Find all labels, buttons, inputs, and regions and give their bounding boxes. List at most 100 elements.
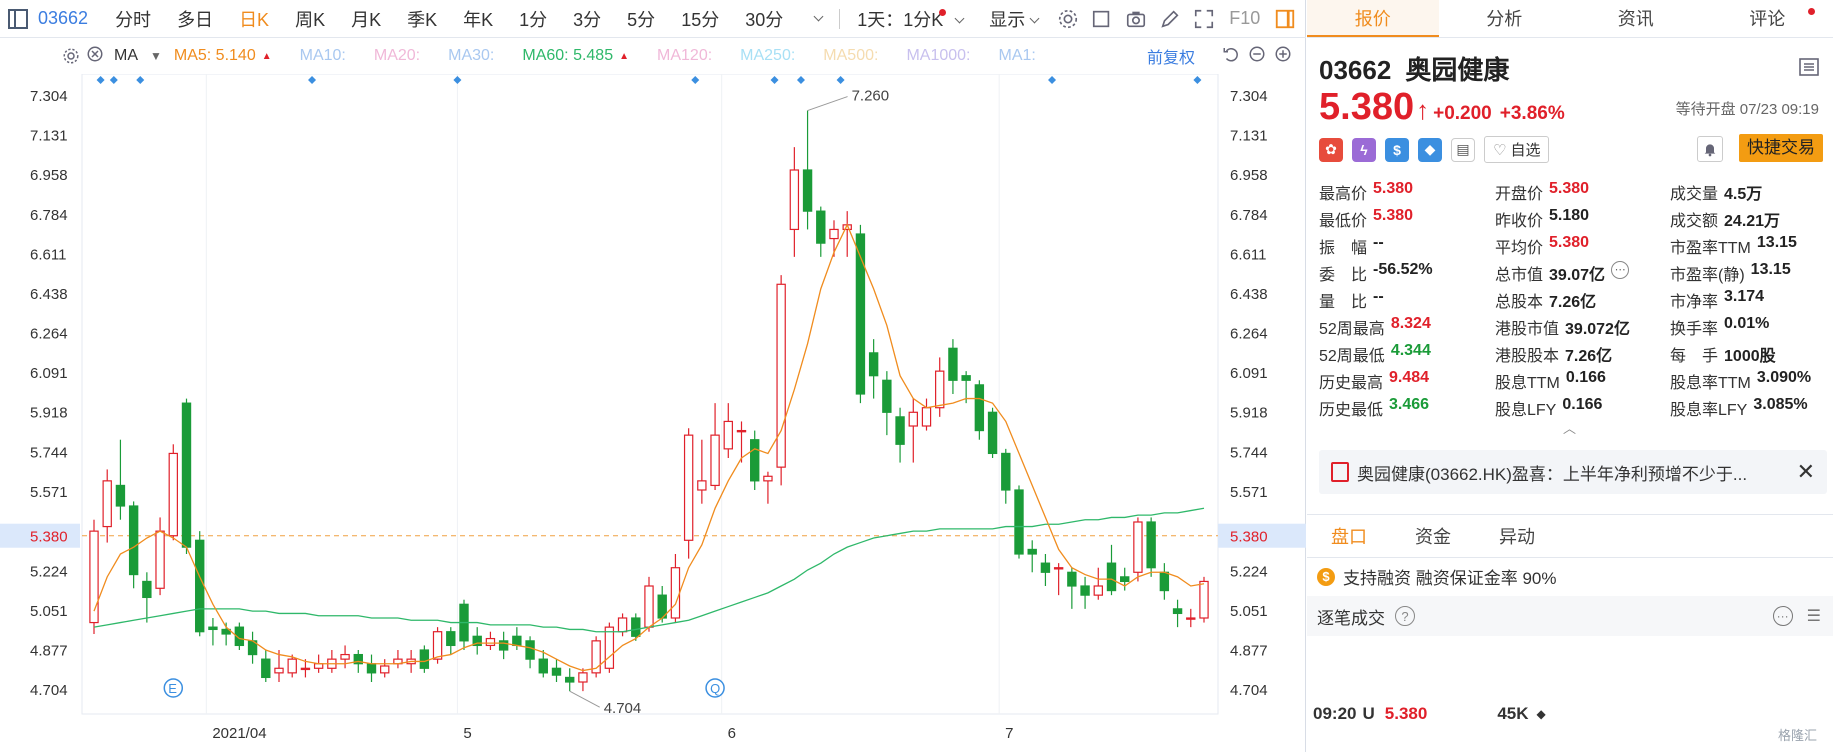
candle-body[interactable] (1027, 548, 1037, 555)
candle-body[interactable] (763, 475, 773, 482)
candle-body[interactable] (1172, 608, 1183, 615)
quote-tab[interactable]: 报价 (1307, 0, 1439, 37)
candle-body[interactable] (1080, 585, 1090, 596)
period-tab[interactable]: 5分 (614, 6, 668, 32)
tag-icon[interactable]: ◆ (1418, 137, 1442, 162)
candle-body[interactable] (604, 626, 615, 669)
ma-dropdown-icon[interactable]: ▼ (150, 49, 162, 63)
candle-body[interactable] (974, 384, 985, 432)
ma-legend-item[interactable]: MA30: (448, 47, 494, 65)
candle-body[interactable] (1133, 521, 1143, 573)
zoom-out-icon[interactable] (1248, 45, 1266, 68)
list-panel-icon[interactable] (1799, 58, 1819, 76)
candle-body[interactable] (1093, 585, 1103, 596)
ma-legend-item[interactable]: MA120: (657, 47, 712, 65)
event-marker-icon[interactable] (796, 76, 805, 84)
help-icon[interactable]: ? (1395, 606, 1415, 626)
candle-body[interactable] (300, 667, 311, 671)
ma-legend-item[interactable]: MA1: (998, 47, 1035, 65)
candle-body[interactable] (340, 653, 350, 660)
candle-body[interactable] (697, 480, 707, 491)
candle-body[interactable] (750, 439, 760, 482)
ma-legend-item[interactable]: MA10: (300, 47, 346, 65)
candle-body[interactable] (710, 434, 720, 487)
period-tab[interactable]: 分时 (102, 6, 164, 32)
period-tab[interactable]: 30分 (732, 6, 796, 32)
period-tab[interactable]: 季K (394, 6, 450, 32)
ma-close-icon[interactable] (86, 45, 104, 68)
candle-body[interactable] (366, 663, 377, 674)
zoom-in-icon[interactable] (1274, 45, 1292, 68)
candle-body[interactable] (948, 347, 958, 381)
candle-body[interactable] (723, 420, 733, 450)
candle-body[interactable] (1001, 452, 1011, 491)
news-text[interactable]: 奥园健康(03662.HK)盈喜：上半年净利预增不少于... (1357, 460, 1747, 485)
quote-tab[interactable]: 资讯 (1570, 0, 1702, 37)
camera-icon[interactable] (1119, 0, 1153, 38)
candle-body[interactable] (115, 484, 126, 507)
candle-body[interactable] (102, 480, 112, 528)
candle-body[interactable] (498, 640, 509, 651)
candle-body[interactable] (380, 665, 390, 674)
event-marker-icon[interactable] (770, 76, 779, 84)
ma-legend-item[interactable]: MA1000: (906, 47, 970, 65)
collapse-chevron-icon[interactable]: ︿ (1563, 418, 1576, 437)
bookmark-icon[interactable]: ▤ (1451, 137, 1475, 162)
candle-body[interactable] (195, 539, 205, 633)
candle-body[interactable] (987, 411, 998, 455)
layout-box-icon[interactable] (1085, 0, 1119, 38)
candle-body[interactable] (882, 379, 892, 413)
event-marker-icon[interactable] (96, 76, 105, 84)
multi-period-dropdown[interactable]: 1天：1分K (844, 6, 976, 32)
panel-toggle-icon[interactable] (1268, 0, 1302, 38)
candle-body[interactable] (895, 416, 905, 445)
candle-body[interactable] (789, 169, 800, 231)
more-dots-icon[interactable]: ⋯ (1611, 260, 1630, 279)
detail-tab[interactable]: 异动 (1475, 523, 1559, 549)
candle-body[interactable] (736, 429, 747, 433)
candle-body[interactable] (1067, 571, 1077, 587)
candle-body[interactable] (446, 631, 456, 647)
event-marker-icon[interactable] (308, 76, 317, 84)
candle-body[interactable] (1120, 576, 1130, 583)
candle-body[interactable] (419, 649, 430, 669)
candle-body[interactable] (921, 407, 932, 427)
candle-body[interactable] (631, 617, 641, 637)
candle-body[interactable] (1040, 562, 1051, 573)
ma-legend-item[interactable]: MA500: (823, 47, 878, 65)
alert-bell-icon[interactable] (1697, 136, 1723, 162)
kline-chart[interactable]: 2021/04 5 6 7 7.304 7.304 7.131 7.131 6.958 6.958… (0, 74, 1306, 752)
ma-legend-item[interactable]: MA250: (740, 47, 795, 65)
event-marker-icon[interactable] (109, 76, 118, 84)
candle-body[interactable] (208, 626, 218, 631)
undo-icon[interactable] (1222, 45, 1240, 68)
display-dropdown[interactable]: 显示 (976, 6, 1051, 32)
period-tab[interactable]: 日K (226, 6, 282, 32)
f10-button[interactable]: F10 (1221, 8, 1268, 29)
event-marker-icon[interactable] (136, 76, 145, 84)
event-marker-icon[interactable] (836, 76, 845, 84)
candle-body[interactable] (538, 658, 548, 674)
candle-body[interactable] (313, 663, 324, 669)
period-tab[interactable]: 1分 (506, 6, 560, 32)
sidebar-toggle-icon[interactable] (8, 8, 28, 29)
candle-body[interactable] (1146, 521, 1156, 569)
ma-title[interactable]: MA (114, 47, 138, 65)
candle-body[interactable] (128, 505, 139, 576)
candle-body[interactable] (551, 667, 562, 676)
candle-body[interactable] (142, 580, 152, 599)
candle-body[interactable] (89, 530, 99, 624)
candle-body[interactable] (274, 667, 284, 674)
event-marker-icon[interactable] (691, 76, 700, 84)
draw-pen-icon[interactable] (1153, 0, 1187, 38)
candle-body[interactable] (168, 452, 178, 537)
event-marker-icon[interactable] (1193, 76, 1202, 84)
candle-body[interactable] (935, 370, 945, 409)
candle-body[interactable] (181, 402, 192, 548)
candle-body[interactable] (961, 375, 971, 381)
candle-body[interactable] (816, 210, 826, 244)
ma-legend-item[interactable]: MA5: 5.140 (174, 47, 256, 65)
more-options-icon[interactable]: ··· (1772, 606, 1793, 626)
candle-body[interactable] (670, 567, 681, 619)
period-tab[interactable]: 周K (282, 6, 338, 32)
